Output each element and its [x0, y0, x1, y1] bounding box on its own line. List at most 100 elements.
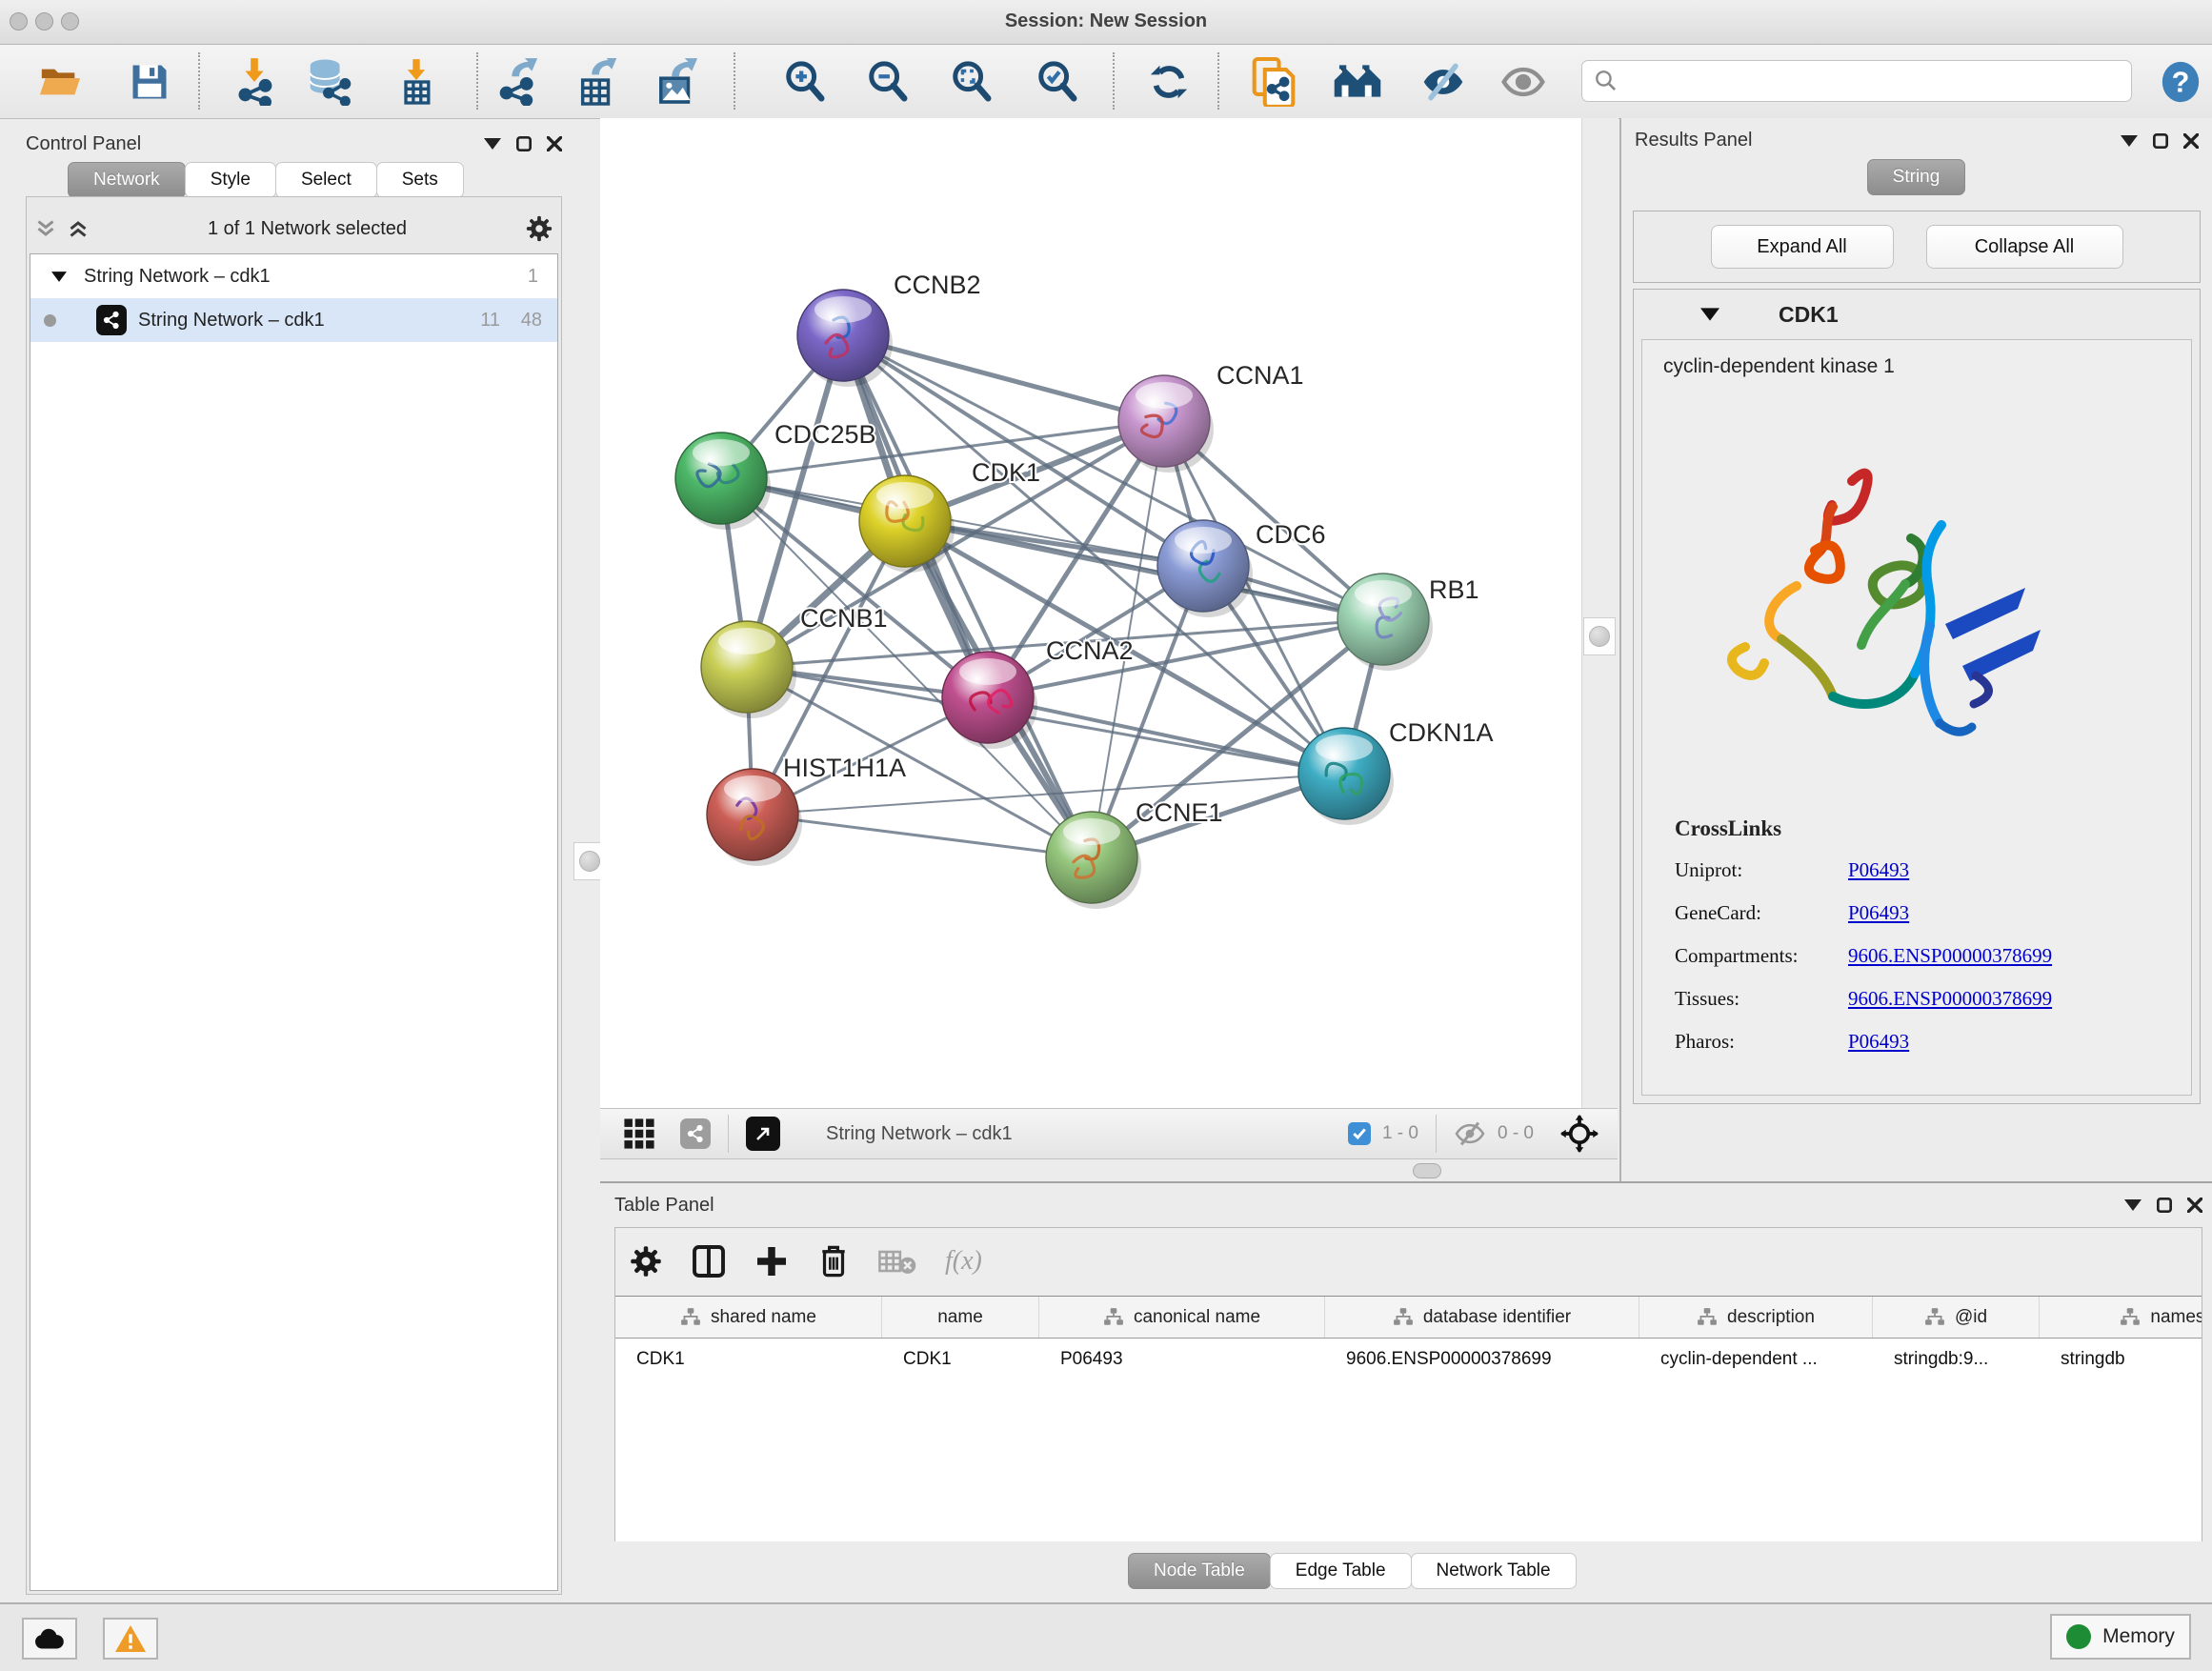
table-cell[interactable]: P06493	[1039, 1339, 1325, 1380]
show-columns-icon[interactable]	[692, 1244, 726, 1278]
tab-style[interactable]: Style	[185, 162, 276, 198]
first-neighbors-button[interactable]	[1332, 58, 1383, 106]
export-table-button[interactable]	[572, 58, 623, 106]
node-label-CCNA2: CCNA2	[1046, 636, 1134, 665]
crosslink-link[interactable]: P06493	[1848, 858, 1909, 882]
tab-node-table[interactable]: Node Table	[1128, 1553, 1271, 1589]
hide-selected-button[interactable]	[1418, 58, 1469, 106]
collapse-panel-icon[interactable]	[2121, 135, 2138, 147]
column-header-shared-name[interactable]: shared name	[615, 1297, 882, 1338]
table-panel-splitter-handle[interactable]	[1413, 1163, 1441, 1178]
gene-section-header[interactable]: CDK1	[1634, 290, 2200, 339]
float-panel-icon[interactable]	[2153, 133, 2168, 149]
cloud-icon	[33, 1627, 66, 1650]
memory-status-dot	[2066, 1624, 2091, 1649]
table-header-row: shared namenamecanonical namedatabase id…	[615, 1297, 2202, 1339]
close-panel-icon[interactable]	[547, 136, 562, 151]
table-cell[interactable]: stringdb	[2040, 1339, 2202, 1380]
warnings-button[interactable]	[103, 1618, 158, 1660]
node-HIST1H1A[interactable]: HIST1H1A	[707, 754, 906, 866]
node-CDC25B[interactable]: CDC25B	[675, 420, 876, 530]
network-collection-row[interactable]: String Network – cdk1 1	[30, 254, 557, 298]
delete-column-icon[interactable]	[817, 1243, 850, 1279]
open-session-button[interactable]	[34, 58, 86, 106]
column-header-canonical-name[interactable]: canonical name	[1039, 1297, 1325, 1338]
clone-network-button[interactable]	[1248, 58, 1299, 106]
column-header-database-identifier[interactable]: database identifier	[1325, 1297, 1639, 1338]
eye-slash-icon	[1420, 62, 1466, 102]
show-all-button[interactable]	[1498, 58, 1549, 106]
sitemap-icon	[1924, 1307, 1945, 1328]
edge-HIST1H1A-CCNE1[interactable]	[753, 815, 1092, 857]
tab-string[interactable]: String	[1867, 159, 1966, 195]
cloud-button[interactable]	[22, 1618, 77, 1660]
node-label-CCNA1: CCNA1	[1217, 361, 1304, 390]
network-row[interactable]: String Network – cdk1 11 48	[30, 298, 557, 342]
birdseye-grid-icon[interactable]	[623, 1117, 655, 1150]
close-panel-icon[interactable]	[2183, 133, 2199, 149]
right-splitter-handle[interactable]	[1583, 617, 1616, 655]
apply-layout-button[interactable]	[1143, 58, 1195, 106]
fit-selected-crosshair-icon[interactable]	[1560, 1115, 1599, 1153]
column-header--id[interactable]: @id	[1873, 1297, 2040, 1338]
import-network-file-button[interactable]	[229, 58, 280, 106]
node-RB1[interactable]: RB1	[1337, 574, 1479, 671]
expand-all-icon[interactable]	[67, 217, 90, 240]
column-header-description[interactable]: description	[1639, 1297, 1873, 1338]
toolbar-search	[1581, 60, 2132, 102]
import-table-button[interactable]	[391, 58, 442, 106]
column-header-name[interactable]: name	[882, 1297, 1039, 1338]
collapse-panel-icon[interactable]	[484, 138, 501, 150]
node-CCNA1[interactable]: CCNA1	[1118, 361, 1304, 473]
collapse-all-button[interactable]: Collapse All	[1926, 225, 2123, 269]
node-CCNB2[interactable]: CCNB2	[797, 271, 981, 387]
help-button[interactable]: ?	[2155, 58, 2206, 106]
import-network-database-button[interactable]	[303, 58, 354, 106]
table-cell[interactable]: CDK1	[882, 1339, 1039, 1380]
selected-checkbox-icon[interactable]	[1348, 1122, 1371, 1145]
open-in-window-icon[interactable]	[746, 1117, 780, 1151]
zoom-fit-button[interactable]	[946, 58, 997, 106]
table-cell[interactable]: stringdb:9...	[1873, 1339, 2040, 1380]
collapse-panel-icon[interactable]	[2124, 1199, 2142, 1211]
tab-edge-table[interactable]: Edge Table	[1270, 1553, 1412, 1589]
expand-all-button[interactable]: Expand All	[1711, 225, 1894, 269]
table-gear-icon[interactable]	[629, 1244, 663, 1278]
crosslink-link[interactable]: 9606.ENSP00000378699	[1848, 944, 2052, 968]
collapse-all-icon[interactable]	[34, 217, 57, 240]
float-panel-icon[interactable]	[516, 136, 532, 151]
float-panel-icon[interactable]	[2157, 1198, 2172, 1213]
network-share-icon[interactable]	[680, 1118, 711, 1149]
zoom-in-button[interactable]	[779, 58, 831, 106]
zoom-out-button[interactable]	[862, 58, 914, 106]
add-column-icon[interactable]	[754, 1244, 789, 1278]
tab-sets[interactable]: Sets	[376, 162, 464, 198]
crosslink-link[interactable]: 9606.ENSP00000378699	[1848, 987, 2052, 1011]
tree-expand-icon[interactable]	[51, 272, 67, 282]
crosslink-link[interactable]: P06493	[1848, 1030, 1909, 1054]
crosslink-link[interactable]: P06493	[1848, 901, 1909, 925]
table-cell[interactable]: CDK1	[615, 1339, 882, 1380]
tab-network[interactable]: Network	[68, 162, 186, 198]
search-input[interactable]	[1628, 70, 2120, 92]
tab-network-table[interactable]: Network Table	[1411, 1553, 1577, 1589]
save-session-button[interactable]	[124, 58, 175, 106]
node-CDKN1A[interactable]: CDKN1A	[1298, 718, 1494, 825]
network-graph[interactable]: CCNB2CCNA1CDC25BCDK1CDC6RB1CCNB1CCNA2CDK…	[600, 118, 1581, 1108]
close-panel-icon[interactable]	[2187, 1198, 2202, 1213]
export-network-button[interactable]	[493, 58, 545, 106]
status-bar	[0, 1602, 2212, 1671]
table-cell[interactable]: cyclin-dependent ...	[1639, 1339, 1873, 1380]
gear-icon[interactable]	[525, 214, 553, 243]
export-image-button[interactable]	[652, 58, 703, 106]
table-cell[interactable]: 9606.ENSP00000378699	[1325, 1339, 1639, 1380]
window-title: Session: New Session	[0, 10, 2212, 32]
table-row[interactable]: CDK1CDK1P064939606.ENSP00000378699cyclin…	[615, 1339, 2202, 1380]
zoom-selected-button[interactable]	[1032, 58, 1083, 106]
memory-button[interactable]: Memory	[2050, 1614, 2191, 1660]
section-collapse-icon[interactable]	[1700, 308, 1719, 321]
toolbar-separator	[728, 1115, 729, 1153]
tab-select[interactable]: Select	[275, 162, 377, 198]
column-header-namespace[interactable]: namespace	[2040, 1297, 2202, 1338]
warning-icon	[115, 1625, 146, 1652]
